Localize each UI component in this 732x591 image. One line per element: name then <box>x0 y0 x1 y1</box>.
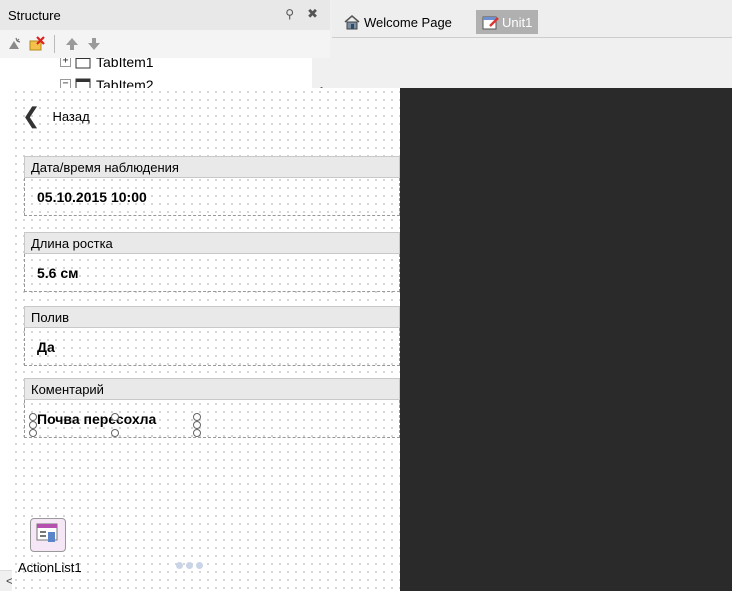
selection-handle[interactable] <box>29 413 37 421</box>
structure-toolbar <box>0 30 330 58</box>
tree-node[interactable]: + TabItem1 <box>60 58 154 73</box>
editor-tab-bar: Welcome Page Unit1 <box>332 0 732 38</box>
selection-handle[interactable] <box>193 421 201 429</box>
delete-item-icon[interactable] <box>28 35 46 53</box>
selection-handle[interactable] <box>111 413 119 421</box>
move-up-icon[interactable] <box>63 35 81 53</box>
pin-icon[interactable]: ⚲ <box>285 7 294 21</box>
selection-handle[interactable] <box>111 429 119 437</box>
water-value[interactable]: Да <box>24 328 400 366</box>
add-item-icon[interactable] <box>6 35 24 53</box>
toolbar-separator <box>54 35 55 53</box>
dot <box>176 562 183 569</box>
dot <box>186 562 193 569</box>
unit-form-icon <box>482 14 499 30</box>
length-value[interactable]: 5.6 см <box>24 254 400 292</box>
selection-handle[interactable] <box>193 429 201 437</box>
action-list-label: ActionList1 <box>18 560 82 575</box>
structure-title-bar: Structure ⚲ ✖ <box>0 0 330 30</box>
form-toolbar: ❮ Назад <box>12 88 400 144</box>
expand-icon[interactable]: + <box>60 58 71 67</box>
tree-node-label: TabItem1 <box>96 58 154 70</box>
selection-handle[interactable] <box>193 413 201 421</box>
structure-title: Structure <box>8 7 61 23</box>
home-icon <box>344 14 360 30</box>
datetime-value[interactable]: 05.10.2015 10:00 <box>24 178 400 216</box>
close-icon[interactable]: ✖ <box>307 6 318 22</box>
length-header[interactable]: Длина ростка <box>24 232 400 254</box>
dot <box>196 562 203 569</box>
form-canvas[interactable]: ❮ Назад Дата/время наблюдения 05.10.2015… <box>12 88 400 591</box>
action-list-icon <box>36 523 58 542</box>
tab-label: Welcome Page <box>364 14 452 30</box>
comment-value[interactable]: Почва пересохла <box>24 400 400 438</box>
comment-header[interactable]: Коментарий <box>24 378 400 400</box>
water-header[interactable]: Полив <box>24 306 400 328</box>
tab-welcome-page[interactable]: Welcome Page <box>338 10 458 34</box>
tab-unit1[interactable]: Unit1 <box>476 10 539 34</box>
move-down-icon[interactable] <box>85 35 103 53</box>
tab-label: Unit1 <box>502 14 533 30</box>
non-visual-components-indicator <box>176 562 203 569</box>
datetime-header[interactable]: Дата/время наблюдения <box>24 156 400 178</box>
back-chevron-icon[interactable]: ❮ <box>22 103 40 129</box>
selection-handle[interactable] <box>29 421 37 429</box>
selection-handle[interactable] <box>29 429 37 437</box>
action-list-component[interactable] <box>30 518 66 552</box>
back-button[interactable]: Назад <box>52 109 89 124</box>
panel-icon <box>75 58 91 70</box>
